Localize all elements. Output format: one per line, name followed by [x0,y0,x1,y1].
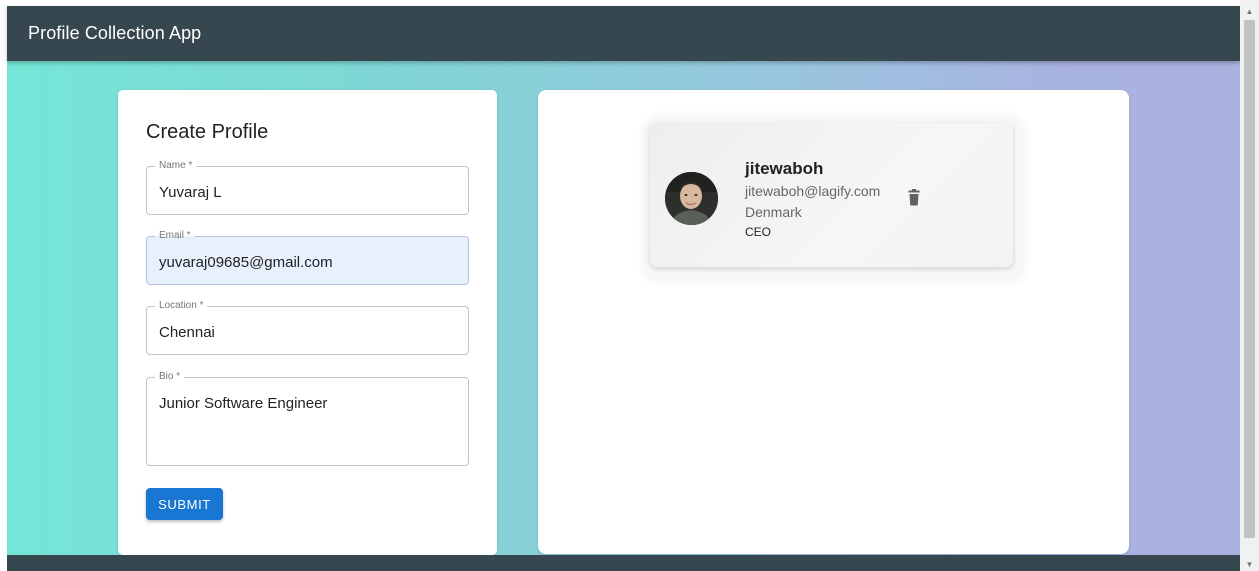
avatar [665,172,718,225]
name-field-value: Yuvaraj L [159,184,222,201]
profile-bio: CEO [745,225,772,239]
email-field-label: Email * [155,230,195,242]
profile-name: jitewaboh [745,159,824,178]
profile-list-card: jitewaboh jitewaboh@lagify.com Denmark C… [538,90,1129,554]
location-field[interactable]: Location * Chennai [146,300,469,355]
bio-field[interactable]: Bio * Junior Software Engineer [146,371,469,466]
email-field[interactable]: Email * yuvaraj09685@gmail.com [146,230,469,285]
scroll-down-arrow-icon[interactable]: ▼ [1240,557,1259,571]
name-field-label: Name * [155,160,197,172]
main-content: Create Profile Name * Yuvaraj L Email * … [7,61,1240,555]
trash-icon [908,189,920,206]
delete-profile-button[interactable] [906,189,922,209]
app-viewport: Profile Collection App Create Profile Na… [0,0,1240,571]
vertical-scrollbar[interactable]: ▲ ▼ [1240,0,1259,571]
profile-card: jitewaboh jitewaboh@lagify.com Denmark C… [650,123,1013,267]
profile-location: Denmark [745,204,802,220]
scroll-up-arrow-icon[interactable]: ▲ [1240,4,1259,18]
person-photo-icon [665,172,718,225]
location-field-label: Location * [155,300,208,312]
scrollbar-thumb[interactable] [1244,20,1255,538]
form-title: Create Profile [146,121,269,143]
profile-email: jitewaboh@lagify.com [745,183,881,199]
profile-card-container: jitewaboh jitewaboh@lagify.com Denmark C… [644,117,1024,281]
bio-field-label: Bio * [155,371,185,383]
submit-button[interactable]: SUBMIT [146,488,223,520]
email-field-value: yuvaraj09685@gmail.com [159,254,333,271]
create-profile-card: Create Profile Name * Yuvaraj L Email * … [118,90,497,555]
bio-field-value: Junior Software Engineer [159,395,328,412]
app-bar: Profile Collection App [7,6,1240,61]
app-title: Profile Collection App [28,23,202,43]
footer-bar [7,555,1240,571]
left-gutter [0,0,7,571]
name-field[interactable]: Name * Yuvaraj L [146,160,469,215]
location-field-value: Chennai [159,324,215,341]
